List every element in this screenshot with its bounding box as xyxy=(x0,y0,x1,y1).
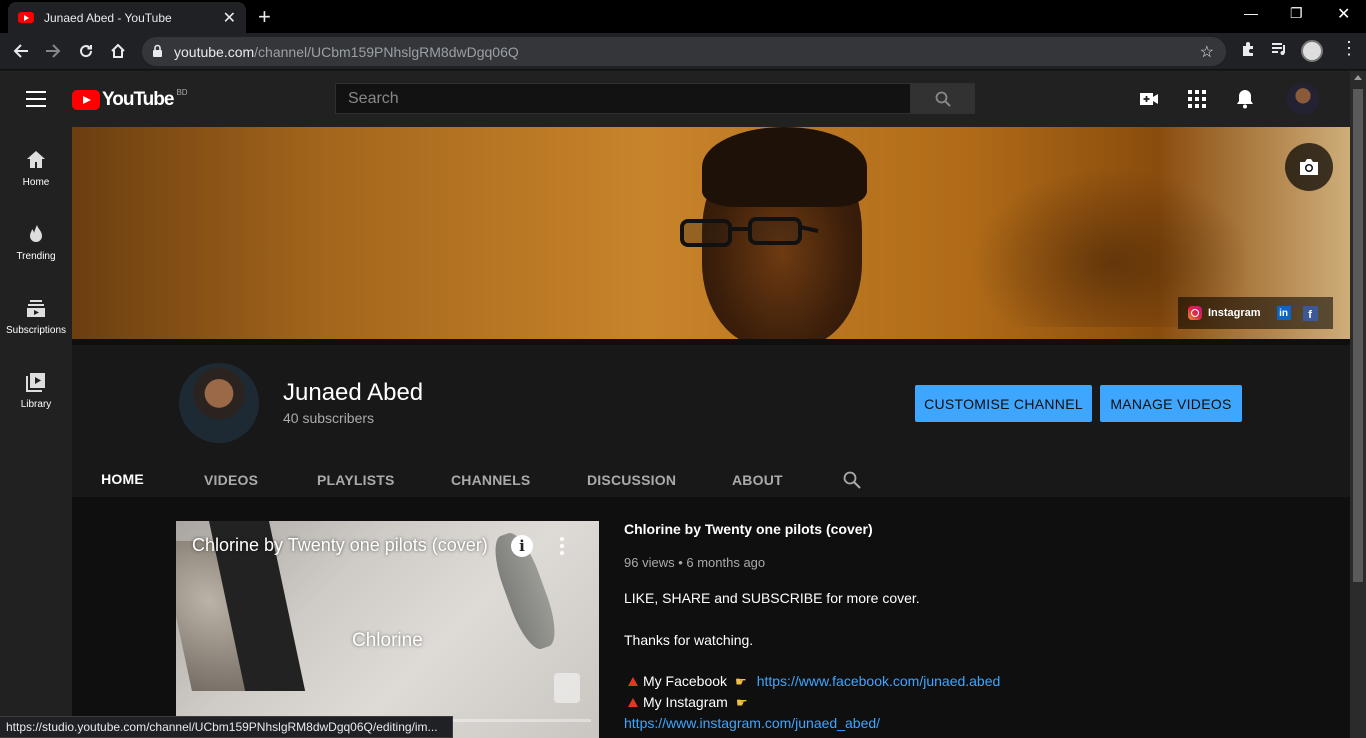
account-avatar[interactable] xyxy=(1287,83,1319,115)
channel-avatar[interactable] xyxy=(179,363,259,443)
search-button[interactable] xyxy=(910,83,975,114)
extensions-icon[interactable] xyxy=(1240,41,1256,62)
forward-icon[interactable] xyxy=(42,40,64,62)
guide-item-label: Library xyxy=(20,399,52,410)
guide-item-label: Trending xyxy=(16,251,56,262)
instagram-line: My Instagram ☛ xyxy=(624,694,757,711)
browser-profile-avatar[interactable] xyxy=(1301,40,1323,62)
pointing-hand-icon: ☛ xyxy=(735,674,747,689)
guide-item-library[interactable]: Library xyxy=(0,349,72,423)
guide-item-home[interactable]: Home xyxy=(0,127,72,201)
instagram-icon[interactable] xyxy=(1188,306,1202,320)
video-meta: 96 views • 6 months ago xyxy=(624,555,766,570)
library-icon xyxy=(26,373,45,392)
red-triangle-icon xyxy=(628,677,638,686)
guide-item-label: Subscriptions xyxy=(5,325,67,336)
banner-links: Instagram in f xyxy=(1178,297,1333,329)
instagram-link[interactable]: https://www.instagram.com/junaed_abed/ xyxy=(624,715,880,731)
create-video-icon[interactable] xyxy=(1138,88,1160,110)
youtube-favicon-icon xyxy=(18,12,34,23)
browser-toolbar: youtube.com/channel/UCbm159PNhslgRM8dwDg… xyxy=(0,33,1366,70)
red-triangle-icon xyxy=(628,698,638,707)
video-title[interactable]: Chlorine by Twenty one pilots (cover) xyxy=(624,521,873,537)
youtube-logo[interactable]: YouTube BD xyxy=(72,87,188,111)
url-path: /channel/UCbm159PNhslgRM8dwDgq06Q xyxy=(254,43,519,60)
player-video-title[interactable]: Chlorine by Twenty one pilots (cover) xyxy=(192,535,488,556)
customise-channel-button[interactable]: CUSTOMISE CHANNEL xyxy=(915,385,1092,422)
video-frame-text: Chlorine xyxy=(352,630,423,651)
info-icon[interactable]: i xyxy=(511,535,533,557)
pointing-hand-icon: ☛ xyxy=(735,695,748,710)
more-options-icon[interactable] xyxy=(557,535,567,557)
guide-item-subscriptions[interactable]: Subscriptions xyxy=(0,275,72,349)
page-scrollbar[interactable] xyxy=(1350,71,1366,738)
reload-icon[interactable] xyxy=(75,40,97,62)
subscriptions-icon xyxy=(27,300,45,317)
bookmark-star-icon[interactable]: ☆ xyxy=(1200,42,1214,62)
guide-item-trending[interactable]: Trending xyxy=(0,201,72,275)
facebook-icon[interactable]: f xyxy=(1302,305,1318,321)
instagram-link[interactable]: Instagram xyxy=(1208,307,1261,319)
channel-name: Junaed Abed xyxy=(283,379,424,406)
minimize-icon[interactable]: — xyxy=(1244,5,1258,21)
scroll-up-icon[interactable] xyxy=(1354,75,1362,80)
browser-tab[interactable]: Junaed Abed - YouTube ✕ xyxy=(8,2,246,33)
facebook-label: My Facebook xyxy=(643,673,728,689)
address-bar[interactable]: youtube.com/channel/UCbm159PNhslgRM8dwDg… xyxy=(142,37,1226,66)
link-status-bar: https://studio.youtube.com/channel/UCbm1… xyxy=(0,716,453,738)
channel-header: Junaed Abed 40 subscribers CUSTOMISE CHA… xyxy=(72,339,1350,503)
subscriber-count: 40 subscribers xyxy=(283,410,375,426)
lock-icon xyxy=(153,44,162,57)
region-code: BD xyxy=(176,87,188,97)
flame-icon xyxy=(30,225,42,242)
browser-menu-icon[interactable]: ⋮ xyxy=(1340,38,1358,59)
notifications-bell-icon[interactable] xyxy=(1234,88,1256,110)
restore-icon[interactable]: ❐ xyxy=(1290,5,1303,22)
edit-banner-camera-button[interactable] xyxy=(1285,143,1333,191)
facebook-link[interactable]: https://www.facebook.com/junaed.abed xyxy=(757,673,1001,689)
tab-title: Junaed Abed - YouTube xyxy=(44,10,172,25)
video-player[interactable]: Chlorine by Twenty one pilots (cover) i … xyxy=(176,521,599,738)
new-tab-icon[interactable]: + xyxy=(258,4,271,30)
camera-icon xyxy=(1300,159,1318,175)
scrollbar-thumb[interactable] xyxy=(1353,89,1363,582)
browser-tabstrip: Junaed Abed - YouTube ✕ + — ❐ ✕ xyxy=(0,0,1366,33)
home-page-icon[interactable] xyxy=(107,40,129,62)
linkedin-icon[interactable]: in xyxy=(1276,306,1291,320)
instagram-label: My Instagram xyxy=(643,694,728,710)
side-guide: Home Trending Subscriptions Library xyxy=(0,127,72,738)
close-tab-icon[interactable]: ✕ xyxy=(223,8,236,28)
hamburger-menu-icon[interactable] xyxy=(26,91,46,107)
search-icon xyxy=(935,91,951,107)
description-line: LIKE, SHARE and SUBSCRIBE for more cover… xyxy=(624,590,920,606)
apps-grid-icon[interactable] xyxy=(1186,88,1208,110)
media-control-icon[interactable] xyxy=(1271,41,1287,62)
guide-item-label: Home xyxy=(22,177,50,188)
search-input[interactable]: Search xyxy=(335,83,911,114)
close-window-icon[interactable]: ✕ xyxy=(1337,4,1350,24)
url-host: youtube.com xyxy=(174,43,255,60)
channel-watermark-icon[interactable] xyxy=(554,673,580,703)
logo-text: YouTube xyxy=(102,89,174,110)
featured-video-section: Chlorine by Twenty one pilots (cover) i … xyxy=(72,497,1350,738)
back-icon[interactable] xyxy=(10,40,32,62)
facebook-line: My Facebook ☛ https://www.facebook.com/jun… xyxy=(624,673,1000,690)
channel-banner-image xyxy=(72,127,1350,339)
youtube-play-icon xyxy=(72,90,100,110)
manage-videos-button[interactable]: MANAGE VIDEOS xyxy=(1100,385,1242,422)
youtube-header: YouTube BD Search xyxy=(0,71,1350,127)
description-line: Thanks for watching. xyxy=(624,632,754,648)
home-icon xyxy=(27,151,45,168)
